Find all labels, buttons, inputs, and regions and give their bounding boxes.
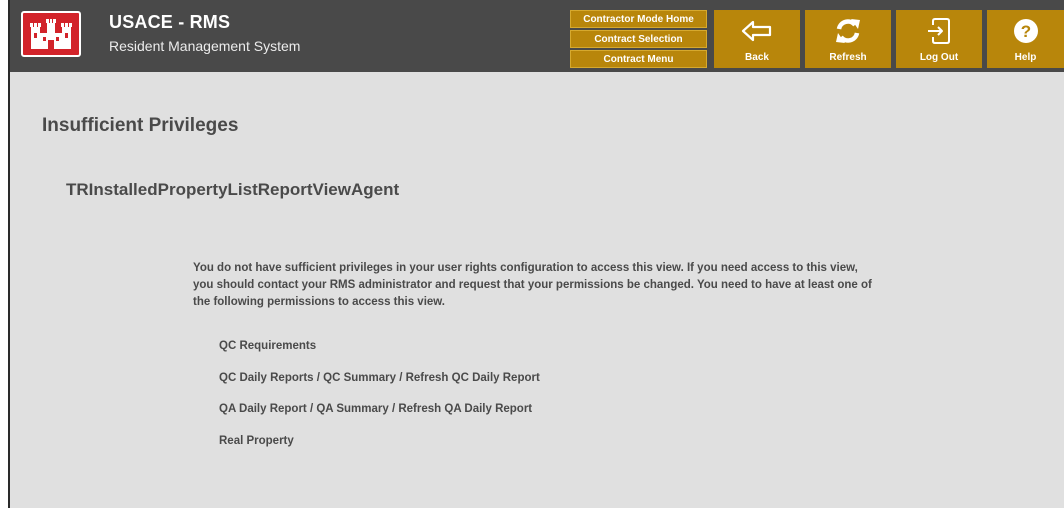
header-bar: USACE - RMS Resident Management System C… [10, 0, 1064, 72]
help-button[interactable]: ? Help [987, 10, 1064, 68]
privilege-message: You do not have sufficient privileges in… [193, 262, 872, 308]
usace-castle-logo[interactable] [21, 11, 81, 57]
help-label: Help [1014, 52, 1037, 63]
permission-item-qa-daily-report: QA Daily Report / QA Summary / Refresh Q… [219, 403, 533, 415]
permission-item-real-property: Real Property [219, 435, 294, 447]
contract-selection-link[interactable]: Contract Selection [570, 30, 707, 48]
mode-nav: Contractor Mode Home Contract Selection … [570, 10, 707, 70]
logout-button[interactable]: Log Out [896, 10, 982, 68]
contract-menu-link[interactable]: Contract Menu [570, 50, 707, 68]
permission-item-qc-requirements: QC Requirements [219, 340, 317, 352]
logout-icon [928, 18, 950, 44]
app-subtitle: Resident Management System [109, 38, 301, 54]
app-window: USACE - RMS Resident Management System C… [8, 0, 1064, 508]
refresh-label: Refresh [829, 52, 867, 63]
help-icon: ? [1013, 19, 1038, 43]
castle-logo-icon [30, 19, 72, 49]
refresh-button[interactable]: Refresh [805, 10, 891, 68]
view-name: TRInstalledPropertyListReportViewAgent [66, 180, 400, 199]
contractor-mode-home-link[interactable]: Contractor Mode Home [570, 10, 707, 28]
logout-label: Log Out [919, 52, 959, 63]
permission-item-qc-daily-reports: QC Daily Reports / QC Summary / Refresh … [219, 372, 540, 384]
refresh-icon [836, 19, 860, 43]
back-label: Back [745, 52, 769, 63]
back-button[interactable]: Back [714, 10, 800, 68]
app-title: USACE - RMS [109, 12, 231, 32]
page-title: Insufficient Privileges [42, 115, 239, 136]
svg-text:?: ? [1020, 22, 1030, 41]
back-arrow-icon [741, 20, 772, 42]
